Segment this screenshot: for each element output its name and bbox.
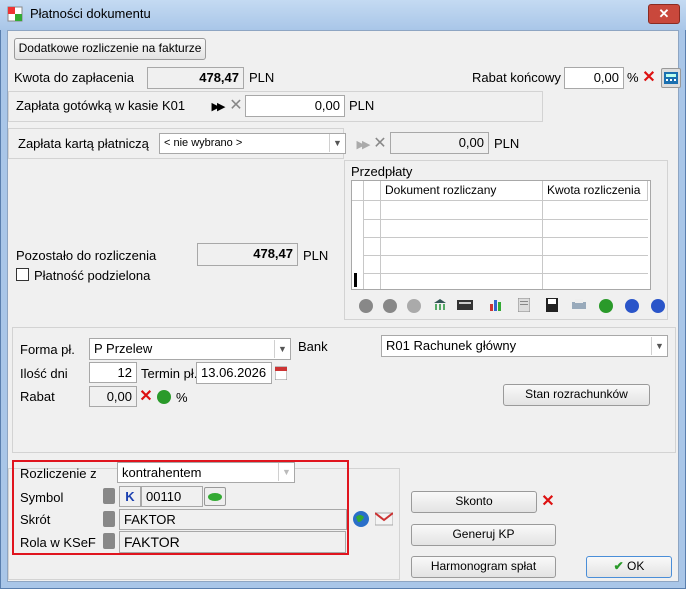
nav-forward-icon[interactable] <box>650 298 666 314</box>
nav-back-icon[interactable] <box>624 298 640 314</box>
refresh-icon[interactable] <box>598 298 614 314</box>
clear-cash-icon[interactable]: ✕ <box>227 96 245 116</box>
print-icon[interactable] <box>570 297 588 313</box>
p-icon[interactable] <box>406 298 422 314</box>
bank-label: Bank <box>298 339 328 354</box>
globe-icon[interactable] <box>350 508 372 530</box>
days-input[interactable]: 12 <box>89 362 137 383</box>
clear-card-icon[interactable]: ✕ <box>371 134 389 154</box>
ok-button[interactable]: ✔ OK <box>586 556 672 578</box>
chart-icon[interactable] <box>488 297 504 313</box>
fill-card-icon[interactable]: ▶▶ <box>352 134 372 154</box>
skonto-button[interactable]: Skonto <box>411 491 537 513</box>
symbol-value: 00110 <box>141 486 203 507</box>
window-title: Płatności dokumentu <box>30 6 151 21</box>
app-icon <box>7 6 23 22</box>
remaining-label: Pozostało do rozliczenia <box>16 248 157 263</box>
close-button[interactable]: ✕ <box>648 4 680 24</box>
column-header-document[interactable]: Dokument rozliczany <box>381 181 543 201</box>
cash-currency: PLN <box>349 98 375 113</box>
refresh-rebate-icon[interactable] <box>156 388 172 406</box>
symbol-type-badge: K <box>119 486 141 507</box>
clear-discount-icon[interactable]: ✕ <box>640 68 658 88</box>
lock-icon <box>103 488 115 504</box>
lock-icon <box>103 533 115 549</box>
clear-skonto-icon[interactable]: ✕ <box>539 492 557 512</box>
due-date-label: Termin pł. <box>141 366 198 381</box>
clear-rebate-icon[interactable]: ✕ <box>138 388 154 406</box>
short-name-label: Skrót <box>20 512 51 527</box>
amount-label: Kwota do zapłacenia <box>14 70 134 85</box>
column-header-amount[interactable]: Kwota rozliczenia <box>543 181 648 201</box>
chevron-down-icon[interactable]: ▼ <box>278 463 294 481</box>
payment-schedule-button[interactable]: Harmonogram spłat <box>411 556 556 578</box>
remaining-value: 478,47 <box>197 243 298 266</box>
remaining-currency: PLN <box>303 248 329 263</box>
split-payment-label: Płatność podzielona <box>34 268 151 283</box>
prepayments-table[interactable]: Dokument rozliczany Kwota rozliczenia <box>351 180 651 290</box>
row-header-corner <box>352 181 364 201</box>
final-discount-unit: % <box>627 70 639 85</box>
settlement-with-label: Rozliczenie z <box>20 466 97 481</box>
final-discount-input[interactable]: 0,00 <box>564 67 624 89</box>
amount-value: 478,47 <box>147 67 244 89</box>
rebate-value: 0,00 <box>89 386 137 407</box>
payment-form-select[interactable]: P Przelew ▼ <box>89 338 291 360</box>
settlement-with-value: kontrahentem <box>122 465 202 480</box>
card-amount: 0,00 <box>390 132 489 154</box>
card-currency: PLN <box>494 136 520 151</box>
chevron-down-icon[interactable]: ▼ <box>329 134 345 152</box>
checkmark-icon: ✔ <box>613 559 624 573</box>
symbol-label: Symbol <box>20 490 64 505</box>
card-select-value: < nie wybrano > <box>164 137 243 149</box>
mail-icon[interactable] <box>373 508 395 530</box>
generate-kp-button[interactable]: Generuj KP <box>411 524 556 546</box>
prepayments-label: Przedpłaty <box>351 164 413 179</box>
cash-input[interactable]: 0,00 <box>245 95 345 117</box>
cash-label: Zapłata gotówką w kasie K01 <box>16 98 186 113</box>
card-select[interactable]: < nie wybrano > ▼ <box>159 133 346 154</box>
extra-settlement-button[interactable]: Dodatkowe rozliczenie na fakturze <box>14 38 206 60</box>
save-icon[interactable] <box>544 297 560 313</box>
card-label: Zapłata kartą płatniczą <box>18 136 149 151</box>
final-discount-label: Rabat końcowy <box>472 70 561 85</box>
bank-select[interactable]: R01 Rachunek główny ▼ <box>381 335 668 357</box>
ksef-role-value: FAKTOR <box>119 531 346 553</box>
row-cursor <box>354 273 357 287</box>
lock-icon <box>103 511 115 527</box>
due-date-input[interactable]: 13.06.2026 <box>196 362 272 384</box>
settlement-with-select[interactable]: kontrahentem ▼ <box>117 462 295 483</box>
split-payment-checkbox[interactable] <box>16 268 29 281</box>
bank-icon[interactable] <box>432 297 448 313</box>
account-status-button[interactable]: Stan rozrachunków <box>503 384 650 406</box>
chevron-down-icon[interactable]: ▼ <box>274 340 290 358</box>
days-label: Ilość dni <box>20 366 68 381</box>
remove-icon[interactable] <box>382 298 398 314</box>
ok-label: OK <box>627 559 645 573</box>
document-icon[interactable] <box>516 297 532 313</box>
payment-form-label: Forma pł. <box>20 342 75 357</box>
add-icon[interactable] <box>358 298 374 314</box>
select-contractor-icon[interactable] <box>204 487 226 506</box>
rebate-unit: % <box>176 390 188 405</box>
amount-currency: PLN <box>249 70 275 85</box>
rebate-label: Rabat <box>20 389 55 404</box>
calculator-icon[interactable] <box>661 68 681 88</box>
fill-cash-icon[interactable]: ▶▶ <box>207 96 227 116</box>
chevron-down-icon[interactable]: ▼ <box>651 337 667 355</box>
row-header-col <box>364 181 381 201</box>
calendar-icon[interactable] <box>274 365 288 381</box>
card-reader-icon[interactable] <box>456 297 474 313</box>
ksef-role-label: Rola w KSeF <box>20 535 96 550</box>
payment-form-value: P Przelew <box>94 341 153 356</box>
short-name-value: FAKTOR <box>119 509 347 530</box>
bank-value: R01 Rachunek główny <box>386 338 517 353</box>
